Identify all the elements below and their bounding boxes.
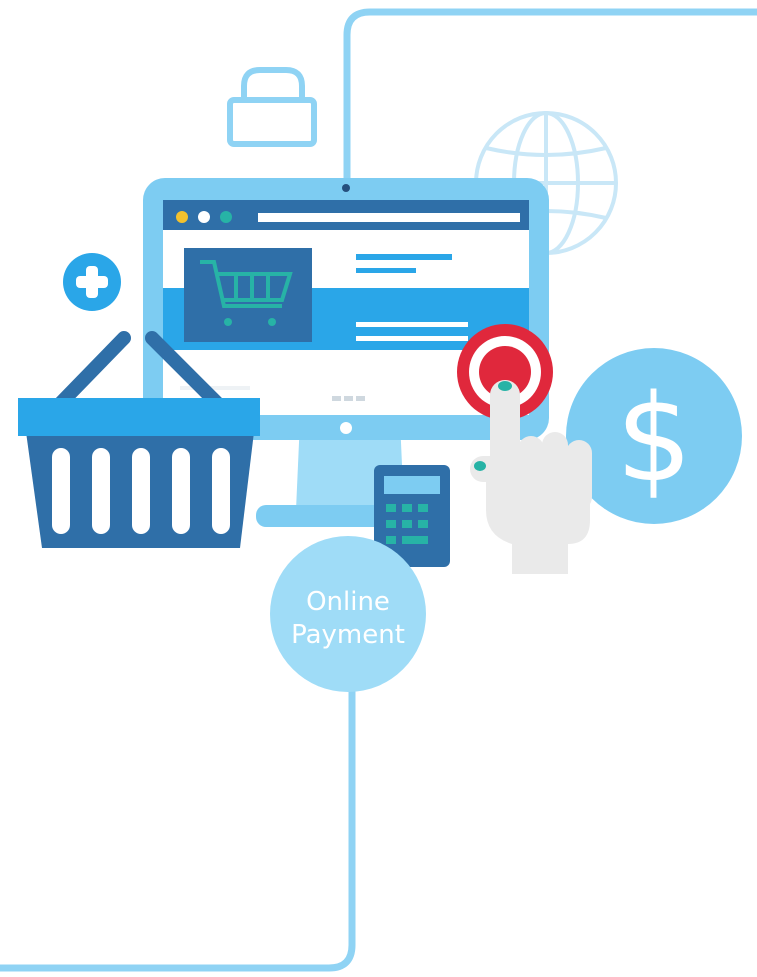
online-payment-illustration: $ Online Payment: [0, 8, 757, 972]
dollar-coin-icon: $: [566, 348, 742, 524]
padlock-icon: [227, 67, 317, 147]
dollar-symbol: $: [616, 370, 692, 509]
shopping-cart-icon: [184, 248, 312, 342]
plus-icon: [63, 253, 121, 311]
label-line-1: Online: [306, 587, 390, 617]
online-payment-label: Online Payment: [270, 536, 426, 692]
label-line-2: Payment: [291, 620, 405, 650]
